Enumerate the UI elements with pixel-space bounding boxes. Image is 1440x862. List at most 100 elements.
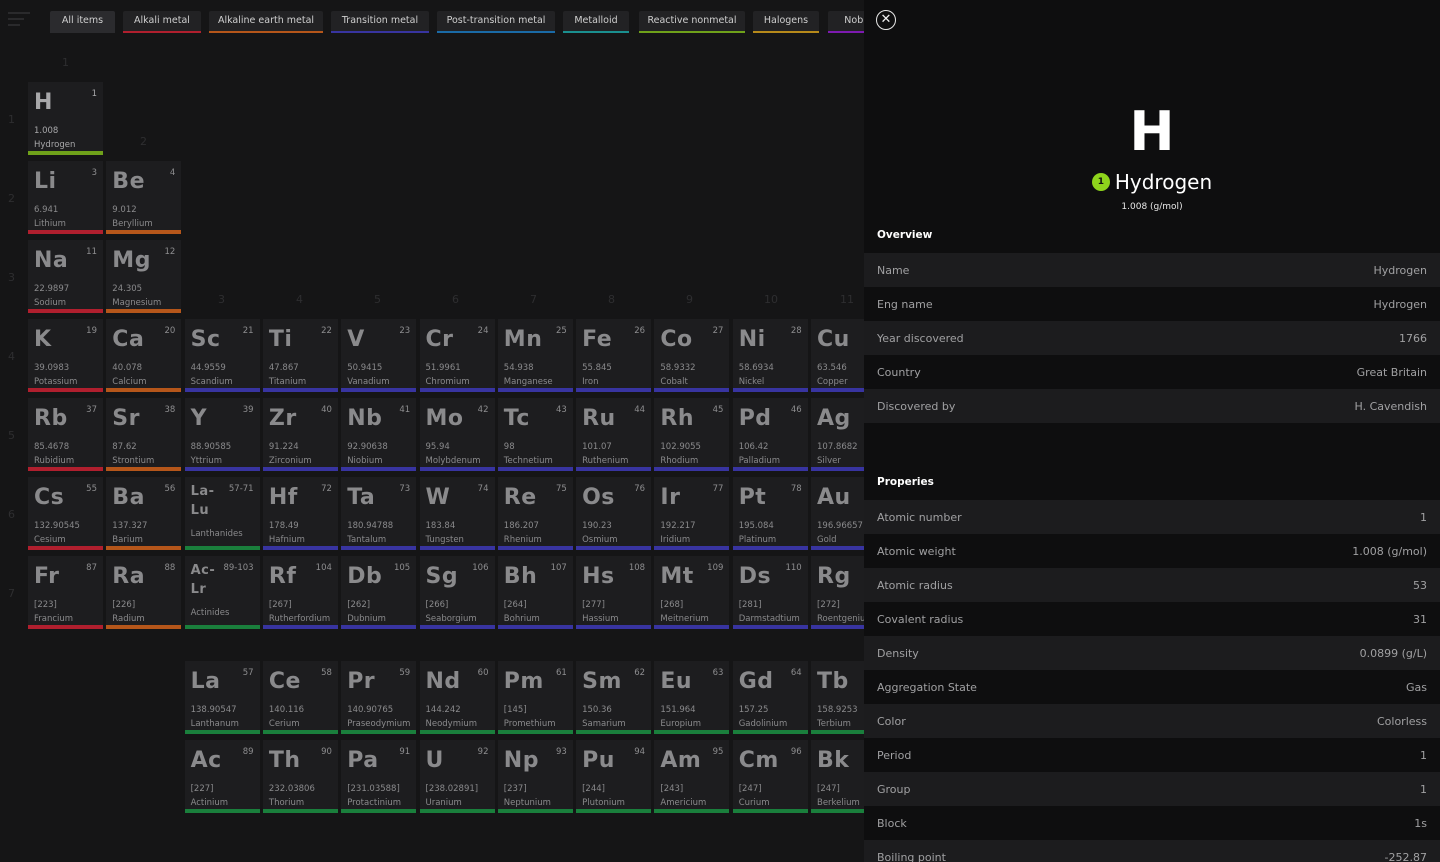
property-label: Eng name — [877, 297, 933, 311]
filter-halogen[interactable]: Halogens — [753, 11, 819, 33]
atomic-weight: [231.03588] — [347, 784, 400, 794]
element-symbol: Cu — [817, 327, 850, 352]
element-cell-magnesium[interactable]: Mg 12 24.305 Magnesium — [106, 240, 182, 313]
element-cell-actinium[interactable]: Ac 89 [227] Actinium — [184, 740, 260, 813]
element-cell-ruthenium[interactable]: Ru 44 101.07 Ruthenium — [576, 398, 652, 471]
element-cell-barium[interactable]: Ba 56 137.327 Barium — [106, 477, 182, 550]
element-cell-neptunium[interactable]: Np 93 [237] Neptunium — [497, 740, 573, 813]
element-cell-copper[interactable]: Cu2963.546Copper — [811, 319, 864, 392]
element-cell-molybdenum[interactable]: Mo 42 95.94 Molybdenum — [419, 398, 495, 471]
element-cell-gadolinium[interactable]: Gd 64 157.25 Gadolinium — [732, 661, 808, 734]
element-cell-potassium[interactable]: K 19 39.0983 Potassium — [28, 319, 103, 392]
element-cell-cesium[interactable]: Cs 55 132.90545 Cesium — [28, 477, 103, 550]
close-icon[interactable]: ✕ — [876, 10, 896, 30]
element-cell-uranium[interactable]: U 92 [238.02891] Uranium — [419, 740, 495, 813]
element-cell-seaborgium[interactable]: Sg 106 [266] Seaborgium — [419, 556, 495, 629]
element-cell-darmstadtium[interactable]: Ds 110 [281] Darmstadtium — [732, 556, 808, 629]
element-cell-actinides[interactable]: Ac- Lr 89-103 Actinides — [184, 556, 260, 629]
element-cell-chromium[interactable]: Cr 24 51.9961 Chromium — [419, 319, 495, 392]
element-cell-plutonium[interactable]: Pu 94 [244] Plutonium — [576, 740, 652, 813]
element-symbol: Mg — [112, 248, 151, 273]
filter-noble[interactable]: Noble — [828, 11, 864, 33]
element-cell-cerium[interactable]: Ce 58 140.116 Cerium — [262, 661, 338, 734]
atomic-number: 62 — [634, 668, 646, 678]
element-cell-berkelium[interactable]: Bk97[247]Berkelium — [811, 740, 864, 813]
element-cell-samarium[interactable]: Sm 62 150.36 Samarium — [576, 661, 652, 734]
group-number: 5 — [374, 293, 381, 306]
element-symbol: Rb — [34, 406, 68, 431]
element-cell-radium[interactable]: Ra 88 [226] Radium — [106, 556, 182, 629]
element-cell-palladium[interactable]: Pd 46 106.42 Palladium — [732, 398, 808, 471]
element-cell-scandium[interactable]: Sc 21 44.9559 Scandium — [184, 319, 260, 392]
element-cell-lanthanum[interactable]: La 57 138.90547 Lanthanum — [184, 661, 260, 734]
filter-alkali[interactable]: Alkali metal — [123, 11, 201, 33]
element-cell-roentgenium[interactable]: Rg111[272]Roentgenium — [811, 556, 864, 629]
element-cell-calcium[interactable]: Ca 20 40.078 Calcium — [106, 319, 182, 392]
element-cell-manganese[interactable]: Mn 25 54.938 Manganese — [497, 319, 573, 392]
element-cell-meitnerium[interactable]: Mt 109 [268] Meitnerium — [654, 556, 730, 629]
element-cell-silver[interactable]: Ag47107.8682Silver — [811, 398, 864, 471]
hamburger-menu-icon[interactable] — [8, 12, 30, 28]
element-cell-iridium[interactable]: Ir 77 192.217 Iridium — [654, 477, 730, 550]
element-symbol: Bk — [817, 748, 850, 773]
element-cell-platinum[interactable]: Pt 78 195.084 Platinum — [732, 477, 808, 550]
element-cell-lanthanides[interactable]: La- Lu 57-71 Lanthanides — [184, 477, 260, 550]
element-cell-protactinium[interactable]: Pa 91 [231.03588] Protactinium — [341, 740, 417, 813]
element-cell-promethium[interactable]: Pm 61 [145] Promethium — [497, 661, 573, 734]
element-cell-francium[interactable]: Fr 87 [223] Francium — [28, 556, 103, 629]
atomic-weight: 24.305 — [112, 284, 143, 294]
element-cell-cobalt[interactable]: Co 27 58.9332 Cobalt — [654, 319, 730, 392]
element-cell-lithium[interactable]: Li 3 6.941 Lithium — [28, 161, 103, 234]
element-cell-hafnium[interactable]: Hf 72 178.49 Hafnium — [262, 477, 338, 550]
element-cell-gold[interactable]: Au79196.96657Gold — [811, 477, 864, 550]
element-name: Hydrogen — [1114, 170, 1213, 194]
filter-nonmetal[interactable]: Reactive nonmetal — [639, 11, 745, 33]
element-cell-neodymium[interactable]: Nd 60 144.242 Neodymium — [419, 661, 495, 734]
element-cell-rhenium[interactable]: Re 75 186.207 Rhenium — [497, 477, 573, 550]
filter-transition[interactable]: Transition metal — [331, 11, 429, 33]
element-cell-americium[interactable]: Am 95 [243] Americium — [654, 740, 730, 813]
element-cell-rutherfordium[interactable]: Rf 104 [267] Rutherfordium — [262, 556, 338, 629]
element-cell-beryllium[interactable]: Be 4 9.012 Beryllium — [106, 161, 182, 234]
element-cell-dubnium[interactable]: Db 105 [262] Dubnium — [341, 556, 417, 629]
atomic-number: 58 — [321, 668, 332, 678]
element-cell-hassium[interactable]: Hs 108 [277] Hassium — [576, 556, 652, 629]
element-cell-osmium[interactable]: Os 76 190.23 Osmium — [576, 477, 652, 550]
period-number: 3 — [8, 271, 15, 284]
element-cell-curium[interactable]: Cm 96 [247] Curium — [732, 740, 808, 813]
element-cell-bohrium[interactable]: Bh 107 [264] Bohrium — [497, 556, 573, 629]
element-cell-praseodymium[interactable]: Pr 59 140.90765 Praseodymium — [341, 661, 417, 734]
atomic-number: 11 — [86, 247, 97, 257]
element-cell-vanadium[interactable]: V 23 50.9415 Vanadium — [341, 319, 417, 392]
filter-metalloid[interactable]: Metalloid — [563, 11, 629, 33]
element-cell-zirconium[interactable]: Zr 40 91.224 Zirconium — [262, 398, 338, 471]
element-cell-sodium[interactable]: Na 11 22.9897 Sodium — [28, 240, 103, 313]
element-name: Lithium — [34, 219, 66, 229]
element-cell-niobium[interactable]: Nb 41 92.90638 Niobium — [341, 398, 417, 471]
element-cell-technetium[interactable]: Tc 43 98 Technetium — [497, 398, 573, 471]
element-cell-titanium[interactable]: Ti 22 47.867 Titanium — [262, 319, 338, 392]
filter-alkaline[interactable]: Alkaline earth metal — [209, 11, 323, 33]
atomic-weight: [238.02891] — [425, 784, 479, 794]
element-name: Manganese — [503, 377, 553, 387]
element-cell-rubidium[interactable]: Rb 37 85.4678 Rubidium — [28, 398, 103, 471]
filter-post_transition[interactable]: Post-transition metal — [437, 11, 555, 33]
atomic-number: 38 — [164, 405, 176, 415]
atomic-weight: 102.9055 — [660, 442, 701, 452]
element-cell-thorium[interactable]: Th 90 232.03806 Thorium — [262, 740, 338, 813]
element-name: Hafnium — [268, 535, 305, 545]
element-cell-hydrogen[interactable]: H 1 1.008 Hydrogen — [28, 82, 103, 155]
element-cell-tungsten[interactable]: W 74 183.84 Tungsten — [419, 477, 495, 550]
element-cell-tantalum[interactable]: Ta 73 180.94788 Tantalum — [341, 477, 417, 550]
atomic-weight: 144.242 — [425, 705, 461, 715]
element-cell-yttrium[interactable]: Y 39 88.90585 Yttrium — [184, 398, 260, 471]
element-cell-iron[interactable]: Fe 26 55.845 Iron — [576, 319, 652, 392]
filter-all[interactable]: All items — [50, 11, 115, 33]
element-cell-europium[interactable]: Eu 63 151.964 Europium — [654, 661, 730, 734]
element-cell-rhodium[interactable]: Rh 45 102.9055 Rhodium — [654, 398, 730, 471]
element-cell-terbium[interactable]: Tb65158.9253Terbium — [811, 661, 864, 734]
property-value: 53 — [1413, 578, 1427, 592]
element-cell-strontium[interactable]: Sr 38 87.62 Strontium — [106, 398, 182, 471]
element-symbol: Zr — [268, 406, 297, 431]
element-cell-nickel[interactable]: Ni 28 58.6934 Nickel — [732, 319, 808, 392]
